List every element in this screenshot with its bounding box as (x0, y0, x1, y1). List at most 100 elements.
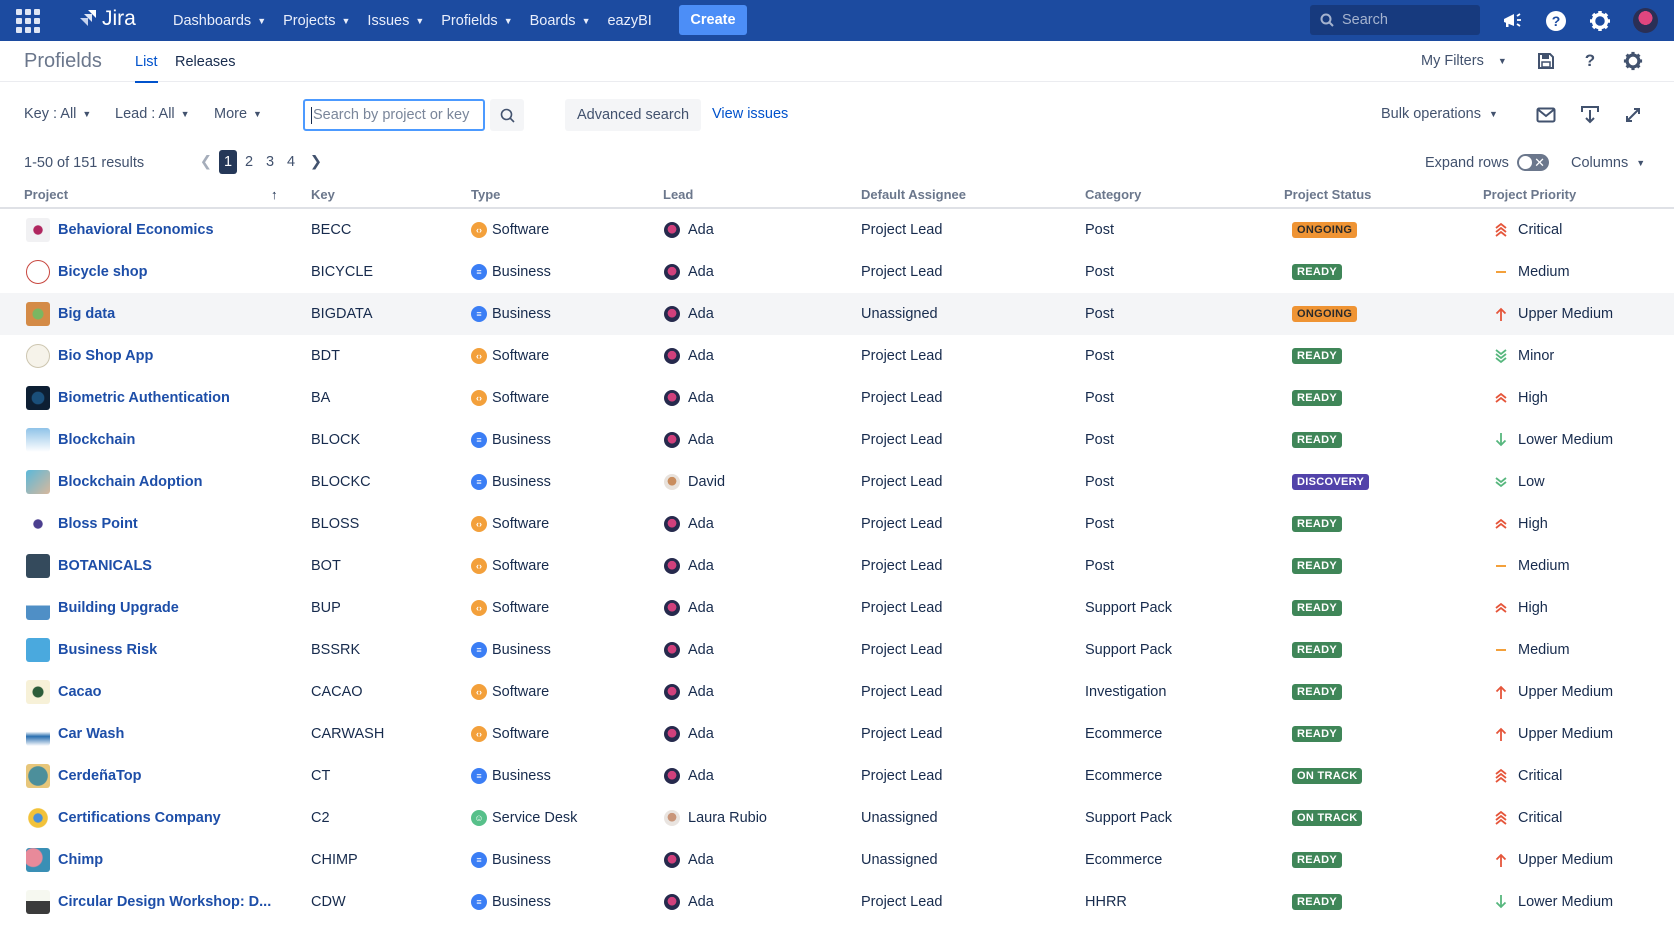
nav-projects[interactable]: Projects ▼ (283, 13, 350, 29)
previous-page-icon[interactable]: ❮ (199, 154, 213, 170)
columns-dropdown[interactable]: Columns ▼ (1571, 155, 1645, 171)
more-filters-label: More (214, 106, 248, 122)
project-name-link[interactable]: Building Upgrade (58, 600, 179, 616)
email-icon[interactable] (1535, 104, 1557, 126)
header-key[interactable]: Key (311, 187, 335, 202)
project-name-link[interactable]: Blockchain (58, 432, 135, 448)
global-search-input[interactable]: Search (1310, 5, 1480, 35)
project-cell: Blockchain Adoption (26, 461, 202, 503)
bulk-operations-dropdown[interactable]: Bulk operations ▼ (1381, 106, 1498, 122)
notifications-megaphone-icon[interactable] (1500, 9, 1524, 33)
table-row[interactable]: Blockchain BLOCK ≡ Business Ada Project … (0, 419, 1674, 461)
project-name-link[interactable]: Cacao (58, 684, 102, 700)
lead-cell: Ada (664, 755, 714, 797)
tab-list[interactable]: List (135, 54, 158, 83)
search-button[interactable] (490, 99, 524, 131)
help-icon[interactable]: ? (1579, 50, 1601, 72)
jira-logo[interactable]: Jira (76, 7, 136, 31)
key-filter-dropdown[interactable]: Key : All ▼ (24, 106, 91, 122)
nav-eazybi[interactable]: eazyBI (607, 13, 651, 29)
header-type[interactable]: Type (471, 187, 500, 202)
table-row[interactable]: Bloss Point BLOSS ‹› Software Ada Projec… (0, 503, 1674, 545)
project-search-input[interactable]: Search by project or key (303, 99, 485, 131)
fullscreen-icon[interactable] (1622, 104, 1644, 126)
table-row[interactable]: Big data BIGDATA ≡ Business Ada Unassign… (0, 293, 1674, 335)
header-default-assignee[interactable]: Default Assignee (861, 187, 966, 202)
settings-gear-icon[interactable] (1588, 9, 1612, 33)
table-row[interactable]: Cacao CACAO ‹› Software Ada Project Lead… (0, 671, 1674, 713)
header-project-priority[interactable]: Project Priority (1483, 187, 1576, 202)
chevron-down-icon: ▼ (1636, 158, 1646, 168)
expand-rows-toggle[interactable]: ✕ (1517, 154, 1549, 171)
header-lead[interactable]: Lead (663, 187, 693, 202)
table-row[interactable]: Building Upgrade BUP ‹› Software Ada Pro… (0, 587, 1674, 629)
table-row[interactable]: Car Wash CARWASH ‹› Software Ada Project… (0, 713, 1674, 755)
table-row[interactable]: Chimp CHIMP ≡ Business Ada Unassigned Ec… (0, 839, 1674, 881)
page-1[interactable]: 1 (219, 150, 237, 174)
nav-dashboards[interactable]: Dashboards ▼ (173, 13, 266, 29)
project-name-link[interactable]: CerdeñaTop (58, 768, 142, 784)
header-project[interactable]: Project (24, 187, 68, 202)
project-name-link[interactable]: Blockchain Adoption (58, 474, 202, 490)
table-row[interactable]: Certifications Company C2 ☺ Service Desk… (0, 797, 1674, 839)
project-name-link[interactable]: Bio Shop App (58, 348, 153, 364)
type-cell: ≡ Business (471, 881, 551, 923)
project-name-link[interactable]: Bloss Point (58, 516, 138, 532)
table-row[interactable]: Blockchain Adoption BLOCKC ≡ Business Da… (0, 461, 1674, 503)
priority-cell: High (1493, 377, 1548, 419)
key-cell: BSSRK (311, 642, 361, 658)
help-icon[interactable]: ? (1544, 9, 1568, 33)
lead-filter-dropdown[interactable]: Lead : All ▼ (115, 106, 190, 122)
user-avatar[interactable] (1633, 8, 1658, 33)
project-name-link[interactable]: BOTANICALS (58, 558, 152, 574)
save-icon[interactable] (1535, 50, 1557, 72)
page-2[interactable]: 2 (240, 150, 258, 174)
project-name-link[interactable]: Business Risk (58, 642, 157, 658)
project-name-link[interactable]: Biometric Authentication (58, 390, 230, 406)
table-row[interactable]: Biometric Authentication BA ‹› Software … (0, 377, 1674, 419)
export-icon[interactable] (1579, 104, 1601, 126)
table-row[interactable]: CerdeñaTop CT ≡ Business Ada Project Lea… (0, 755, 1674, 797)
project-name-link[interactable]: Circular Design Workshop: D... (58, 894, 271, 910)
project-name-link[interactable]: Chimp (58, 852, 103, 868)
page-4[interactable]: 4 (282, 150, 300, 174)
project-name-link[interactable]: Bicycle shop (58, 264, 147, 280)
project-type-icon: ‹› (471, 516, 487, 532)
header-category[interactable]: Category (1085, 187, 1141, 202)
nav-boards[interactable]: Boards ▼ (530, 13, 591, 29)
project-name-link[interactable]: Behavioral Economics (58, 222, 214, 238)
project-avatar-icon (26, 890, 50, 914)
priority-label: Critical (1518, 768, 1563, 784)
create-button[interactable]: Create (679, 5, 747, 35)
settings-gear-icon[interactable] (1622, 50, 1644, 72)
table-row[interactable]: BOTANICALS BOT ‹› Software Ada Project L… (0, 545, 1674, 587)
page-3[interactable]: 3 (261, 150, 279, 174)
status-badge: READY (1292, 894, 1343, 910)
table-row[interactable]: Bicycle shop BICYCLE ≡ Business Ada Proj… (0, 251, 1674, 293)
status-badge: READY (1292, 348, 1343, 364)
header-project-status[interactable]: Project Status (1284, 187, 1371, 202)
nav-issues[interactable]: Issues ▼ (367, 13, 424, 29)
table-row[interactable]: Bio Shop App BDT ‹› Software Ada Project… (0, 335, 1674, 377)
project-name-link[interactable]: Certifications Company (58, 810, 221, 826)
advanced-search-button[interactable]: Advanced search (565, 99, 701, 131)
tab-releases[interactable]: Releases (175, 54, 235, 70)
priority-label: High (1518, 600, 1548, 616)
chevron-down-icon: ▼ (1497, 56, 1507, 66)
key-cell: CDW (311, 894, 346, 910)
type-cell: ‹› Software (471, 503, 549, 545)
sort-ascending-icon[interactable]: ↑ (271, 187, 278, 202)
table-row[interactable]: Behavioral Economics BECC ‹› Software Ad… (0, 209, 1674, 251)
chevron-down-icon: ▼ (82, 109, 92, 119)
project-name-link[interactable]: Big data (58, 306, 115, 322)
next-page-icon[interactable]: ❯ (309, 154, 323, 170)
project-type-icon: ≡ (471, 642, 487, 658)
project-name-link[interactable]: Car Wash (58, 726, 124, 742)
table-row[interactable]: Business Risk BSSRK ≡ Business Ada Proje… (0, 629, 1674, 671)
table-row[interactable]: Circular Design Workshop: D... CDW ≡ Bus… (0, 881, 1674, 923)
nav-profields[interactable]: Profields ▼ (441, 13, 512, 29)
my-filters-dropdown[interactable]: My Filters ▼ (1421, 53, 1507, 69)
more-filters-dropdown[interactable]: More ▼ (214, 106, 262, 122)
view-issues-link[interactable]: View issues (712, 106, 788, 122)
app-switcher-icon[interactable] (16, 9, 40, 33)
